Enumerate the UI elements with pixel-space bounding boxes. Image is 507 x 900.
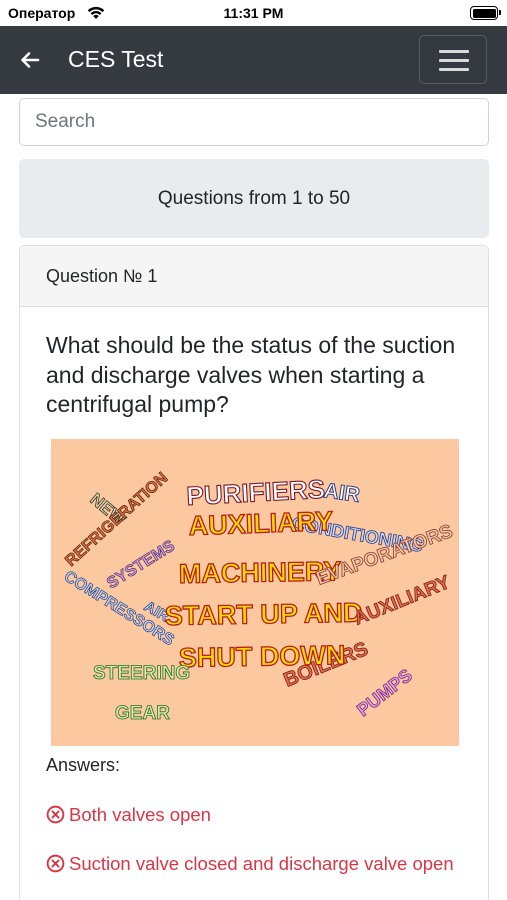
word-collage-image: NEW REFRIGERATION PURIFIERS AIR CONDITIO… (51, 439, 459, 746)
page-title: CES Test (68, 46, 164, 72)
app-navbar: CES Test (0, 26, 507, 94)
questions-range-header: Questions from 1 to 50 (19, 159, 489, 238)
status-time: 11:31 PM (223, 5, 284, 21)
menu-button[interactable] (419, 35, 487, 84)
collage-word: GEAR (115, 703, 170, 724)
search-input[interactable] (19, 98, 489, 146)
collage-word: AUXILIARY (188, 506, 333, 541)
battery-icon (470, 6, 501, 20)
question-number: Question № 1 (20, 246, 488, 307)
answer-text: Both valves open (69, 804, 211, 825)
question-card: Question № 1 What should be the status o… (19, 245, 489, 900)
collage-word: START UP AND (165, 598, 363, 631)
collage-word: STEERING (93, 663, 190, 684)
wrong-answer-icon (46, 805, 65, 824)
back-arrow-icon[interactable] (18, 48, 42, 72)
answer-text: Suction valve closed and discharge valve… (69, 853, 454, 874)
question-text: What should be the status of the suction… (46, 332, 456, 417)
collage-word: SHUT DOWN (179, 640, 346, 673)
question-image: NEW REFRIGERATION PURIFIERS AIR CONDITIO… (51, 439, 459, 746)
answer-option[interactable]: Suction valve closed and discharge valve… (46, 849, 466, 878)
answer-option[interactable]: Both valves open (46, 800, 466, 829)
status-bar: Оператор 11:31 PM (0, 0, 507, 26)
answers-label: Answers: (46, 755, 121, 775)
wrong-answer-icon (46, 854, 65, 873)
